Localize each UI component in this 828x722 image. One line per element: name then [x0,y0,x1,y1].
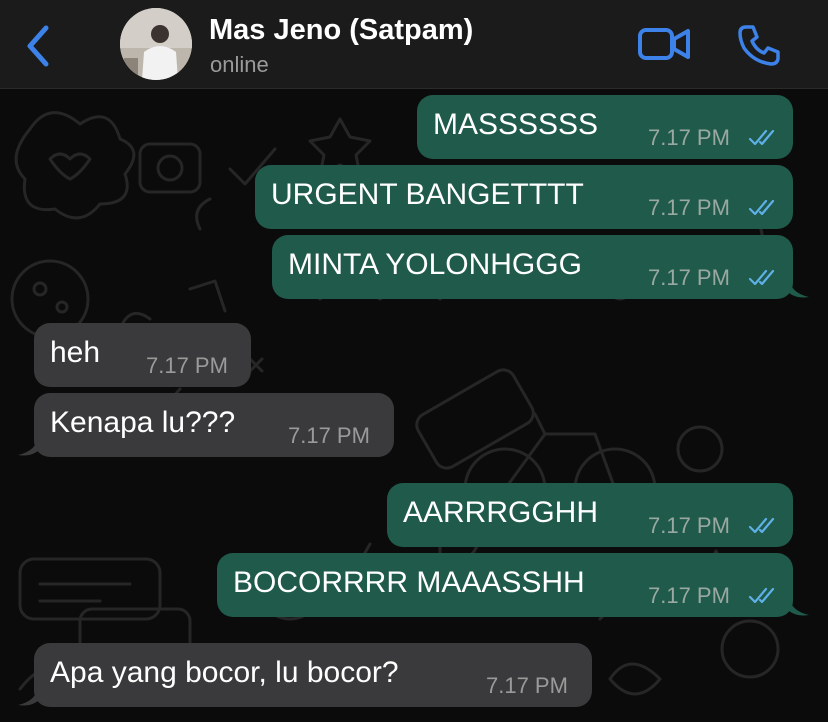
message-outgoing[interactable]: URGENT BANGETTTT 7.17 PM [255,165,793,229]
message-text: AARRRGGHH [403,496,599,529]
contact-status: online [210,52,269,77]
bubble-tail [789,597,809,616]
double-check-icon [748,587,775,604]
avatar[interactable] [120,8,192,80]
message-outgoing[interactable]: MASSSSSS 7.17 PM [417,95,793,159]
bubble-tail [18,437,38,456]
message-text: MINTA YOLONHGGG [288,248,582,281]
double-check-icon [748,517,775,534]
message-time: 7.17 PM [648,265,730,290]
bubble-tail [789,279,809,298]
video-call-icon[interactable] [636,24,692,64]
double-check-icon [748,199,775,216]
message-time: 7.17 PM [486,673,568,698]
phone-icon[interactable] [736,22,782,68]
avatar-photo [120,8,192,80]
back-button[interactable] [22,24,56,68]
chat-area[interactable]: MASSSSSS 7.17 PM URGENT BANGETTTT 7.17 P… [0,89,828,722]
message-outgoing[interactable]: MINTA YOLONHGGG 7.17 PM [272,235,793,299]
message-text: MASSSSSS [433,108,599,141]
double-check-icon [748,269,775,286]
message-incoming[interactable]: Kenapa lu??? 7.17 PM [34,393,394,457]
message-time: 7.17 PM [648,195,730,220]
message-outgoing[interactable]: BOCORRRR MAAASSHH 7.17 PM [217,553,793,617]
double-check-icon [748,129,775,146]
chat-header: Mas Jeno (Satpam) online [0,0,828,89]
message-incoming[interactable]: Apa yang bocor, lu bocor? 7.17 PM [34,643,592,707]
message-time: 7.17 PM [648,125,730,150]
message-time: 7.17 PM [648,513,730,538]
message-text: BOCORRRR MAAASSHH [233,566,585,599]
message-text: heh [50,336,101,369]
message-outgoing[interactable]: AARRRGGHH 7.17 PM [387,483,793,547]
message-time: 7.17 PM [146,353,228,378]
message-time: 7.17 PM [648,583,730,608]
contact-name[interactable]: Mas Jeno (Satpam) [209,14,473,47]
message-time: 7.17 PM [288,423,370,448]
bubble-tail [18,687,38,706]
message-incoming[interactable]: heh 7.17 PM [34,323,251,387]
message-text: URGENT BANGETTTT [271,178,584,211]
message-text: Apa yang bocor, lu bocor? [50,656,399,689]
message-text: Kenapa lu??? [50,406,236,439]
